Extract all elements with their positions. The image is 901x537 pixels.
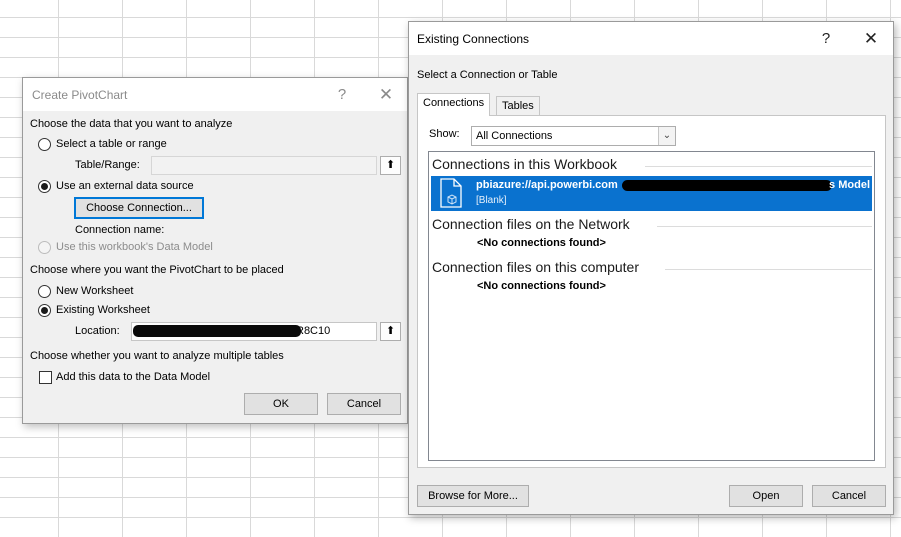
multiple-tables-heading: Choose whether you want to analyze multi… (30, 350, 284, 362)
section-computer-heading: Connection files on this computer (432, 259, 639, 275)
placement-heading: Choose where you want the PivotChart to … (30, 264, 284, 276)
tab-tables[interactable]: Tables (496, 96, 540, 117)
location-value: R8C10 (296, 325, 331, 337)
connection-name: pbiazure://api.powerbi.com (476, 179, 618, 191)
pivot-help-button[interactable]: ? (327, 82, 357, 108)
existing-connections-dialog: Existing Connections ? ✕ Select a Connec… (408, 21, 894, 515)
new-worksheet-label[interactable]: New Worksheet (56, 285, 133, 297)
connection-name-suffix: s Model (829, 179, 870, 191)
connections-close-button[interactable]: ✕ (856, 26, 886, 52)
select-table-radio[interactable] (38, 138, 51, 151)
open-button[interactable]: Open (729, 485, 803, 507)
pivot-cancel-button[interactable]: Cancel (327, 393, 401, 415)
tab-connections[interactable]: Connections (417, 93, 491, 116)
section-network-heading: Connection files on the Network (432, 216, 630, 232)
section-divider (657, 226, 872, 227)
connections-titlebar: Existing Connections ? ✕ (409, 22, 893, 55)
new-worksheet-radio[interactable] (38, 285, 51, 298)
create-pivotchart-dialog: Create PivotChart ? ✕ Choose the data th… (22, 77, 408, 424)
connections-help-button[interactable]: ? (811, 26, 841, 52)
select-connection-label: Select a Connection or Table (417, 69, 558, 81)
computer-empty-text: <No connections found> (477, 280, 606, 292)
show-dropdown-value: All Connections (476, 130, 553, 142)
pivot-dialog-title: Create PivotChart (32, 88, 128, 102)
collapse-arrow-icon: ⬆ (385, 159, 396, 171)
connection-description: [Blank] (476, 195, 507, 206)
existing-worksheet-label[interactable]: Existing Worksheet (56, 304, 150, 316)
location-collapse-button[interactable]: ⬆ (380, 322, 401, 341)
browse-for-more-button[interactable]: Browse for More... (417, 485, 529, 507)
connection-name-label: Connection name: (75, 224, 165, 236)
choose-connection-button[interactable]: Choose Connection... (74, 197, 204, 219)
location-label: Location: (75, 325, 120, 337)
location-redaction (133, 325, 301, 337)
connection-item-selected[interactable]: pbiazure://api.powerbi.com s Model [Blan… (431, 176, 872, 211)
ok-button[interactable]: OK (244, 393, 318, 415)
table-range-label: Table/Range: (75, 159, 140, 171)
connection-file-icon (440, 178, 462, 208)
data-model-label: Use this workbook's Data Model (56, 241, 213, 253)
section-divider (645, 166, 872, 167)
table-range-field (151, 156, 377, 175)
show-dropdown[interactable]: All Connections ⌄ (471, 126, 676, 146)
select-table-label[interactable]: Select a table or range (56, 138, 167, 150)
connections-list[interactable]: Connections in this Workbook pbiazure://… (428, 151, 875, 461)
pivot-close-button[interactable]: ✕ (371, 82, 401, 108)
connections-dialog-title: Existing Connections (417, 32, 530, 46)
connections-cancel-button[interactable]: Cancel (812, 485, 886, 507)
table-range-collapse-button[interactable]: ⬆ (380, 156, 401, 175)
tab-connections-label: Connections (423, 97, 485, 109)
add-to-data-model-label[interactable]: Add this data to the Data Model (56, 371, 210, 383)
pivot-titlebar: Create PivotChart ? ✕ (23, 78, 407, 111)
existing-worksheet-radio[interactable] (38, 304, 51, 317)
data-model-radio (38, 241, 51, 254)
collapse-arrow-icon: ⬆ (385, 325, 396, 337)
tab-tables-label: Tables (502, 100, 534, 112)
chevron-down-icon[interactable]: ⌄ (658, 127, 675, 145)
section-divider (665, 269, 872, 270)
network-empty-text: <No connections found> (477, 237, 606, 249)
connection-name-redaction (622, 180, 832, 191)
external-source-label[interactable]: Use an external data source (56, 180, 194, 192)
show-label: Show: (429, 128, 460, 140)
add-to-data-model-checkbox[interactable] (39, 371, 52, 384)
analyze-data-heading: Choose the data that you want to analyze (30, 118, 233, 130)
section-workbook-heading: Connections in this Workbook (432, 156, 617, 172)
external-source-radio[interactable] (38, 180, 51, 193)
